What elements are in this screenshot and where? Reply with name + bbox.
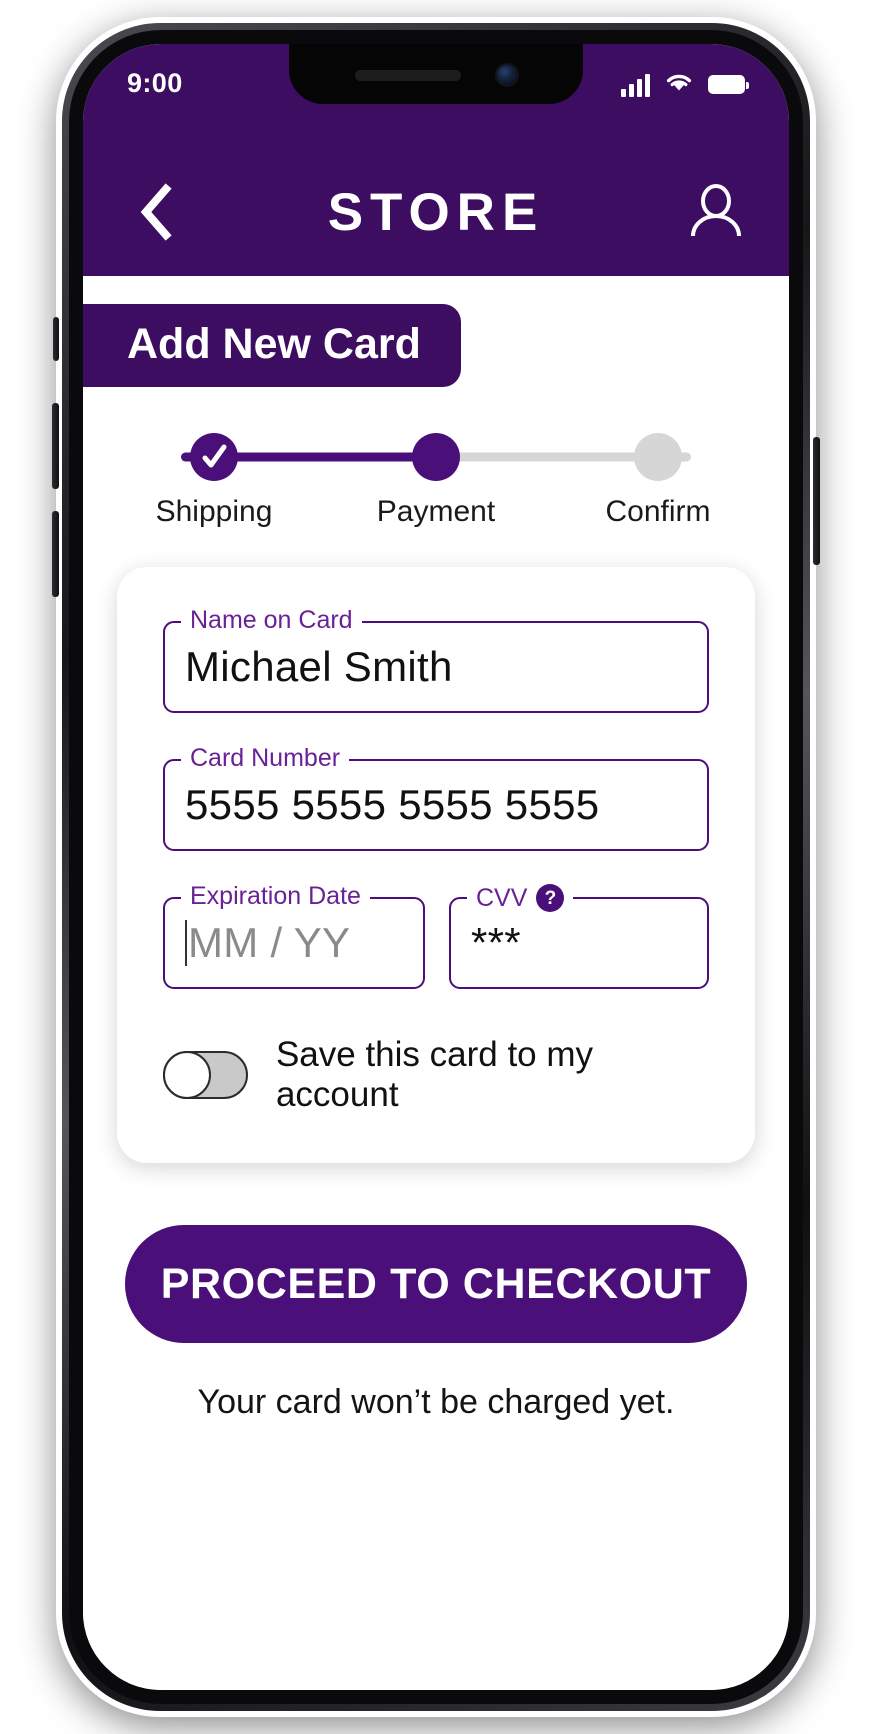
stepper-step-confirm[interactable] [583, 433, 733, 482]
screenshot-stage: 9:00 STORE Add New Card Shipping Payment… [0, 0, 872, 1734]
expiry-cvv-row: Expiration Date MM / YY CVV ? *** [163, 884, 709, 990]
checkout-progress-stepper: Shipping Payment Confirm [139, 431, 733, 529]
proceed-to-checkout-button[interactable]: PROCEED TO CHECKOUT [125, 1225, 747, 1344]
mute-switch[interactable] [53, 317, 59, 361]
save-card-row: Save this card to my account [162, 1035, 709, 1115]
name-on-card-label: Name on Card [181, 608, 362, 634]
back-button[interactable] [125, 181, 187, 243]
expiration-date-label: Expiration Date [181, 884, 370, 910]
card-number-field[interactable]: Card Number 5555 5555 5555 5555 [163, 746, 709, 852]
name-on-card-field[interactable]: Name on Card Michael Smith [163, 608, 709, 714]
phone-device-frame: 9:00 STORE Add New Card Shipping Payment… [52, 17, 820, 1717]
account-button[interactable] [685, 181, 747, 243]
checkout-footnote: Your card won’t be charged yet. [197, 1383, 675, 1422]
expiration-date-placeholder: MM / YY [188, 919, 351, 967]
cvv-label: CVV ? [467, 883, 574, 913]
checkout-button-wrapper: PROCEED TO CHECKOUT [125, 1225, 747, 1344]
phone-screen: 9:00 STORE Add New Card Shipping Payment… [83, 44, 789, 1690]
stepper-label-shipping: Shipping [155, 495, 273, 529]
stepper-dot-payment[interactable] [412, 433, 460, 482]
question-mark-icon[interactable]: ? [536, 884, 565, 913]
stepper-labels: Shipping Payment Confirm [139, 495, 733, 529]
volume-up-button[interactable] [52, 403, 59, 489]
card-number-label: Card Number [181, 746, 350, 772]
page-banner: Add New Card [83, 304, 461, 388]
stepper-dots [139, 433, 733, 482]
power-button[interactable] [813, 437, 820, 565]
status-bar: 9:00 [83, 44, 789, 148]
toggle-knob [162, 1050, 211, 1099]
cvv-field[interactable]: CVV ? *** [449, 884, 709, 990]
status-bar-icons [621, 70, 749, 99]
save-card-label: Save this card to my account [275, 1035, 594, 1115]
front-camera [497, 65, 517, 85]
stepper-step-shipping[interactable] [139, 433, 289, 482]
stepper-label-payment: Payment [376, 495, 496, 529]
text-caret [185, 920, 187, 967]
display-notch [289, 44, 583, 104]
status-bar-clock: 9:00 [127, 68, 183, 98]
check-icon [202, 444, 227, 468]
stepper-track [139, 431, 733, 483]
stepper-step-payment[interactable] [361, 433, 511, 482]
stepper-dot-confirm[interactable] [634, 433, 682, 482]
wifi-icon [663, 70, 695, 99]
cvv-label-text: CVV [476, 883, 528, 912]
battery-icon [708, 75, 749, 94]
cellular-signal-icon [621, 73, 650, 97]
payment-form-card: Name on Card Michael Smith Card Number 5… [117, 567, 755, 1164]
earpiece-speaker [355, 69, 461, 81]
app-header: STORE [83, 148, 789, 276]
page-content: Add New Card Shipping Payment Confirm Na… [83, 276, 789, 1690]
stepper-dot-shipping[interactable] [190, 433, 238, 482]
card-number-value: 5555 5555 5555 5555 [185, 781, 600, 829]
cvv-value: *** [471, 919, 521, 967]
stepper-label-confirm: Confirm [605, 495, 711, 529]
name-on-card-value: Michael Smith [185, 643, 453, 691]
expiration-date-field[interactable]: Expiration Date MM / YY [163, 884, 425, 990]
volume-down-button[interactable] [52, 511, 59, 597]
save-card-toggle[interactable] [162, 1050, 248, 1100]
page-title: STORE [327, 182, 545, 242]
